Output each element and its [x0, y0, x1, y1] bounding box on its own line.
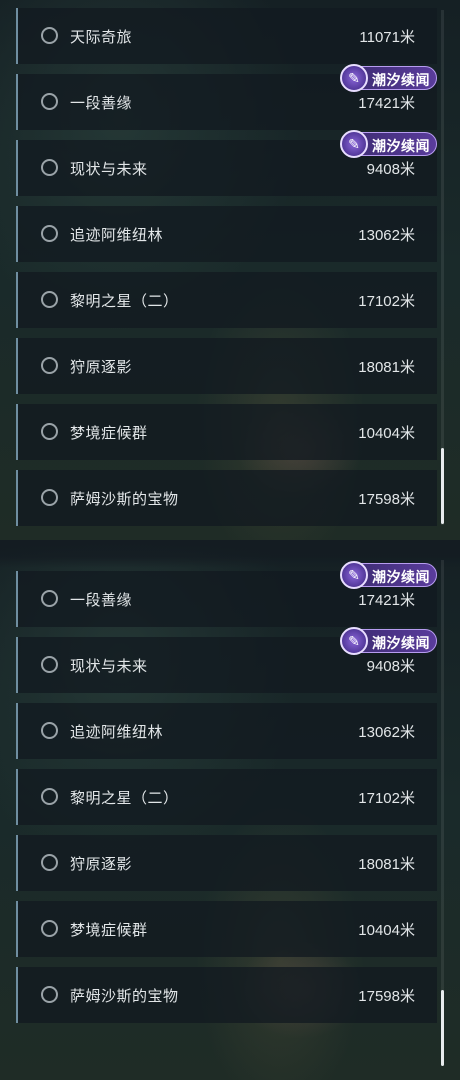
quest-distance: 10404米: [358, 922, 415, 939]
quest-name: 一段善缘: [70, 95, 133, 112]
quest-name: 萨姆沙斯的宝物: [70, 491, 179, 508]
quest-row[interactable]: 黎明之星（二） 17102米: [16, 272, 437, 328]
quest-row[interactable]: ✎ 潮汐续闻 一段善缘 17421米: [16, 561, 437, 627]
quest-distance: 18081米: [358, 856, 415, 873]
quest-distance: 18081米: [358, 359, 415, 376]
quest-distance: 11071米: [359, 29, 415, 46]
quest-row[interactable]: 黎明之星（二） 17102米: [16, 769, 437, 825]
quest-name: 狩原逐影: [70, 856, 133, 873]
quest-row[interactable]: 追迹阿维纽林 13062米: [16, 206, 437, 262]
badge-label: 潮汐续闻: [372, 569, 430, 585]
quest-name: 梦境症候群: [70, 922, 148, 939]
quest-distance: 17598米: [358, 988, 415, 1005]
radio-circle-icon[interactable]: [41, 225, 58, 242]
radio-circle-icon[interactable]: [41, 291, 58, 308]
quest-distance: 17421米: [358, 95, 415, 112]
badge-label: 潮汐续闻: [372, 72, 430, 88]
quest-row[interactable]: ✎ 潮汐续闻 现状与未来 9408米: [16, 130, 437, 196]
feather-icon: ✎: [340, 64, 368, 92]
quest-distance: 17421米: [358, 592, 415, 609]
quest-row[interactable]: 梦境症候群 10404米: [16, 901, 437, 957]
quest-name: 一段善缘: [70, 592, 133, 609]
radio-circle-icon[interactable]: [41, 722, 58, 739]
scrollbar-thumb[interactable]: [441, 990, 444, 1066]
quest-distance: 10404米: [358, 425, 415, 442]
quest-list-panel-bottom: ✎ 潮汐续闻 一段善缘 17421米 ✎ 潮汐续闻 现状与未来 9408米 追迹…: [0, 540, 460, 1080]
quest-distance: 9408米: [366, 161, 415, 178]
feather-icon: ✎: [340, 561, 368, 589]
quest-row[interactable]: 追迹阿维纽林 13062米: [16, 703, 437, 759]
quest-name: 追迹阿维纽林: [70, 724, 164, 741]
quest-name: 萨姆沙斯的宝物: [70, 988, 179, 1005]
quest-name: 现状与未来: [70, 658, 148, 675]
quest-name: 狩原逐影: [70, 359, 133, 376]
tide-news-badge: ✎ 潮汐续闻: [340, 64, 437, 92]
quest-row[interactable]: 狩原逐影 18081米: [16, 338, 437, 394]
scrollbar-thumb[interactable]: [441, 448, 444, 524]
radio-circle-icon[interactable]: [41, 27, 58, 44]
radio-circle-icon[interactable]: [41, 986, 58, 1003]
radio-circle-icon[interactable]: [41, 93, 58, 110]
radio-circle-icon[interactable]: [41, 920, 58, 937]
badge-label: 潮汐续闻: [372, 635, 430, 651]
quest-name: 天际奇旅: [70, 29, 133, 46]
radio-circle-icon[interactable]: [41, 489, 58, 506]
quest-distance: 17598米: [358, 491, 415, 508]
tide-news-badge: ✎ 潮汐续闻: [340, 561, 437, 589]
feather-icon: ✎: [340, 130, 368, 158]
quest-row[interactable]: ✎ 潮汐续闻 一段善缘 17421米: [16, 64, 437, 130]
radio-circle-icon[interactable]: [41, 788, 58, 805]
quest-name: 追迹阿维纽林: [70, 227, 164, 244]
feather-icon: ✎: [340, 627, 368, 655]
quest-distance: 13062米: [358, 227, 415, 244]
radio-circle-icon[interactable]: [41, 854, 58, 871]
quest-distance: 17102米: [358, 293, 415, 310]
radio-circle-icon[interactable]: [41, 423, 58, 440]
quest-row[interactable]: 萨姆沙斯的宝物 17598米: [16, 470, 437, 526]
quest-row[interactable]: ✎ 潮汐续闻 现状与未来 9408米: [16, 627, 437, 693]
quest-list-panel-top: 天际奇旅 11071米 ✎ 潮汐续闻 一段善缘 17421米 ✎ 潮汐续闻 现状…: [0, 0, 460, 540]
tide-news-badge: ✎ 潮汐续闻: [340, 130, 437, 158]
radio-circle-icon[interactable]: [41, 357, 58, 374]
quest-row[interactable]: 狩原逐影 18081米: [16, 835, 437, 891]
quest-name: 黎明之星（二）: [70, 790, 179, 807]
quest-name: 黎明之星（二）: [70, 293, 179, 310]
quest-distance: 9408米: [366, 658, 415, 675]
quest-distance: 13062米: [358, 724, 415, 741]
quest-row[interactable]: 梦境症候群 10404米: [16, 404, 437, 460]
quest-name: 现状与未来: [70, 161, 148, 178]
quest-row[interactable]: 萨姆沙斯的宝物 17598米: [16, 967, 437, 1023]
radio-circle-icon[interactable]: [41, 590, 58, 607]
radio-circle-icon[interactable]: [41, 656, 58, 673]
quest-name: 梦境症候群: [70, 425, 148, 442]
badge-label: 潮汐续闻: [372, 138, 430, 154]
tide-news-badge: ✎ 潮汐续闻: [340, 627, 437, 655]
quest-row[interactable]: 天际奇旅 11071米: [16, 8, 437, 64]
radio-circle-icon[interactable]: [41, 159, 58, 176]
quest-distance: 17102米: [358, 790, 415, 807]
